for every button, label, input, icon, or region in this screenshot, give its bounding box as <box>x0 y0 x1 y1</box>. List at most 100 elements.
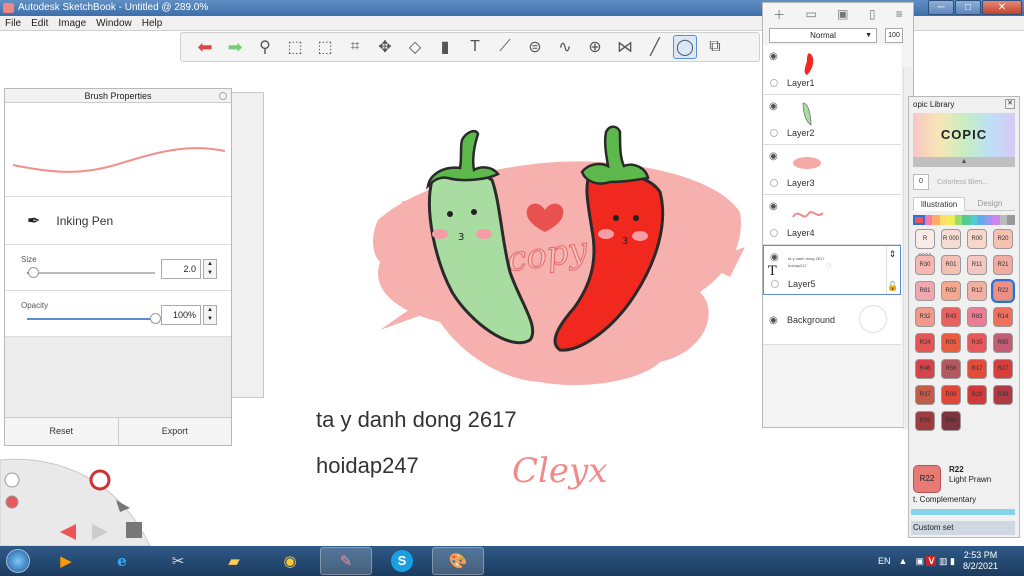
custom-set-header[interactable]: Custom set <box>911 521 1015 535</box>
color-wheel-icon[interactable] <box>89 469 111 491</box>
layer-row-1[interactable]: ◉ Layer1 <box>763 45 901 95</box>
snipping-tool-icon[interactable]: ✂ <box>152 547 204 575</box>
copic-chip-r30[interactable]: R30 <box>915 255 935 275</box>
text-icon[interactable]: T <box>463 35 487 59</box>
copic-chip-r46[interactable]: R46 <box>915 359 935 379</box>
media-player-icon[interactable]: ▶ <box>40 547 92 575</box>
eye-icon[interactable]: ◉ <box>769 151 778 162</box>
zoom-icon[interactable]: ⚲ <box>253 35 277 59</box>
layers-icon[interactable] <box>126 522 142 538</box>
copic-chip-r21[interactable]: R21 <box>993 255 1013 275</box>
opacity-stepper[interactable]: ▲ ▼ <box>203 305 217 325</box>
language-indicator[interactable]: EN <box>878 556 891 566</box>
copic-chip-r00[interactable]: R00 <box>967 229 987 249</box>
opacity-slider[interactable] <box>27 313 161 324</box>
paint-icon[interactable]: 🎨 <box>432 547 484 575</box>
tab-illustration[interactable]: Illustration <box>913 197 965 211</box>
menu-edit[interactable]: Edit <box>26 16 53 30</box>
size-slider-thumb[interactable] <box>28 267 40 278</box>
eye-icon[interactable]: ◉ <box>769 51 778 62</box>
export-button[interactable]: Export <box>119 418 232 445</box>
menu-image[interactable]: Image <box>53 16 91 30</box>
minimize-button[interactable]: ─ <box>928 0 954 15</box>
copic-chip-r83[interactable]: R83 <box>967 307 987 327</box>
menu-file[interactable]: File <box>0 16 26 30</box>
layer-radio[interactable] <box>771 280 779 288</box>
copic-chip-r43[interactable]: R43 <box>941 307 961 327</box>
maximize-button[interactable]: □ <box>955 0 981 15</box>
copic-chip-r12[interactable]: R12 <box>967 281 987 301</box>
current-color-chip[interactable]: R22 <box>913 465 941 493</box>
layer-grip-icon[interactable]: ⇕ 🔓 <box>886 246 898 294</box>
layer-radio[interactable] <box>770 229 778 237</box>
add-layer-icon[interactable]: ＋ <box>773 6 785 23</box>
sketchbook-taskbar-icon[interactable]: ✎ <box>320 547 372 575</box>
add-group-icon[interactable]: ▭ <box>806 7 817 21</box>
copic-chip-r59[interactable]: R59 <box>915 411 935 431</box>
opacity-value-input[interactable]: 100% <box>161 305 201 325</box>
copic-chip-r17[interactable]: R17 <box>967 359 987 379</box>
internet-explorer-icon[interactable]: e <box>96 547 148 575</box>
crop-icon[interactable]: ⌗ <box>343 35 367 59</box>
skype-icon[interactable]: S <box>376 547 428 575</box>
eye-icon[interactable]: ◉ <box>769 201 778 212</box>
french-curve-icon[interactable]: ∿ <box>553 35 577 59</box>
copic-chip-r11[interactable]: R11 <box>967 255 987 275</box>
fill-icon[interactable]: ▮ <box>433 35 457 59</box>
layer-row-5-selected[interactable]: ◉ T ta y danh dong 2617 hoidap247 ◌ Laye… <box>763 245 901 295</box>
trash-icon[interactable]: ▯ <box>869 7 876 21</box>
copic-chip-r89[interactable]: R89 <box>941 411 961 431</box>
panel-close-icon[interactable] <box>219 92 227 100</box>
copic-chip-r05[interactable]: R05 <box>941 333 961 353</box>
layer-radio[interactable] <box>770 129 778 137</box>
tray-expand-icon[interactable]: ▲ <box>899 556 908 566</box>
layer-row-3[interactable]: ◉ Layer3 <box>763 145 901 195</box>
color-puck-icon[interactable] <box>5 495 19 509</box>
symmetry-icon[interactable]: ⋈ <box>613 35 637 59</box>
brush-selector[interactable]: ✒ Inking Pen <box>5 197 231 245</box>
copic-chip-r29[interactable]: R29 <box>967 385 987 405</box>
close-button[interactable]: ✕ <box>982 0 1022 15</box>
transform-icon[interactable]: ✥ <box>373 35 397 59</box>
copic-close-icon[interactable]: ✕ <box>1005 99 1015 109</box>
size-slider[interactable] <box>27 267 155 278</box>
select-lasso-icon[interactable]: ⬚ <box>313 35 337 59</box>
tray-app-icons[interactable]: ▣ V ▥ ▮ <box>915 555 955 567</box>
ruler-icon[interactable]: ⟋ <box>493 35 517 59</box>
undo-icon[interactable]: ⬅ <box>193 35 217 59</box>
clock[interactable]: 2:53 PM 8/2/2021 <box>963 550 998 572</box>
ellipse-tool-icon[interactable]: ◯ <box>673 35 697 59</box>
opacity-slider-thumb[interactable] <box>150 313 161 324</box>
copic-chip-r14[interactable]: R14 <box>993 307 1013 327</box>
tab-design[interactable]: Design <box>965 197 1015 211</box>
copic-chip-r20[interactable]: R20 <box>993 229 1013 249</box>
chrome-icon[interactable]: ◉ <box>264 547 316 575</box>
complementary-swatch[interactable] <box>911 509 1015 515</box>
select-rect-icon[interactable]: ⬚ <box>283 35 307 59</box>
redo-icon[interactable]: ➡ <box>223 35 247 59</box>
copic-chip-r85[interactable]: R85 <box>993 333 1013 353</box>
copic-chip-r39[interactable]: R39 <box>993 385 1013 405</box>
copic-chip-r02[interactable]: R02 <box>941 281 961 301</box>
color-family-strip[interactable] <box>913 215 1015 225</box>
background-color-swatch[interactable] <box>859 305 887 333</box>
menu-window[interactable]: Window <box>91 16 137 30</box>
blend-mode-select[interactable]: Normal ▼ <box>769 27 877 43</box>
copic-collapse-icon[interactable]: ▲ <box>913 157 1015 167</box>
copic-shapes-icon[interactable]: ⧉ <box>703 35 727 59</box>
copic-chip-r-000[interactable]: R 000 <box>941 229 961 249</box>
file-explorer-icon[interactable]: ▰ <box>208 547 260 575</box>
copic-chip-r37[interactable]: R37 <box>915 385 935 405</box>
layer-row-2[interactable]: ◉ Layer2 <box>763 95 901 145</box>
size-value-input[interactable]: 2.0 <box>161 259 201 279</box>
copic-chip-r-0000[interactable]: R 0000 <box>915 229 935 260</box>
distort-icon[interactable]: ◇ <box>403 35 427 59</box>
perspective-icon[interactable]: ⊕ <box>583 35 607 59</box>
layer-menu-icon[interactable]: ≡ <box>896 7 903 21</box>
menu-help[interactable]: Help <box>137 16 168 30</box>
colorless-blender[interactable]: 0 Colorless Blen... <box>913 171 1015 193</box>
copic-chip-r24[interactable]: R24 <box>915 333 935 353</box>
copic-chip-r08[interactable]: R08 <box>941 385 961 405</box>
layer-opacity-button[interactable]: 100 <box>885 27 903 43</box>
layer-row-4[interactable]: ◉ Layer4 <box>763 195 901 245</box>
